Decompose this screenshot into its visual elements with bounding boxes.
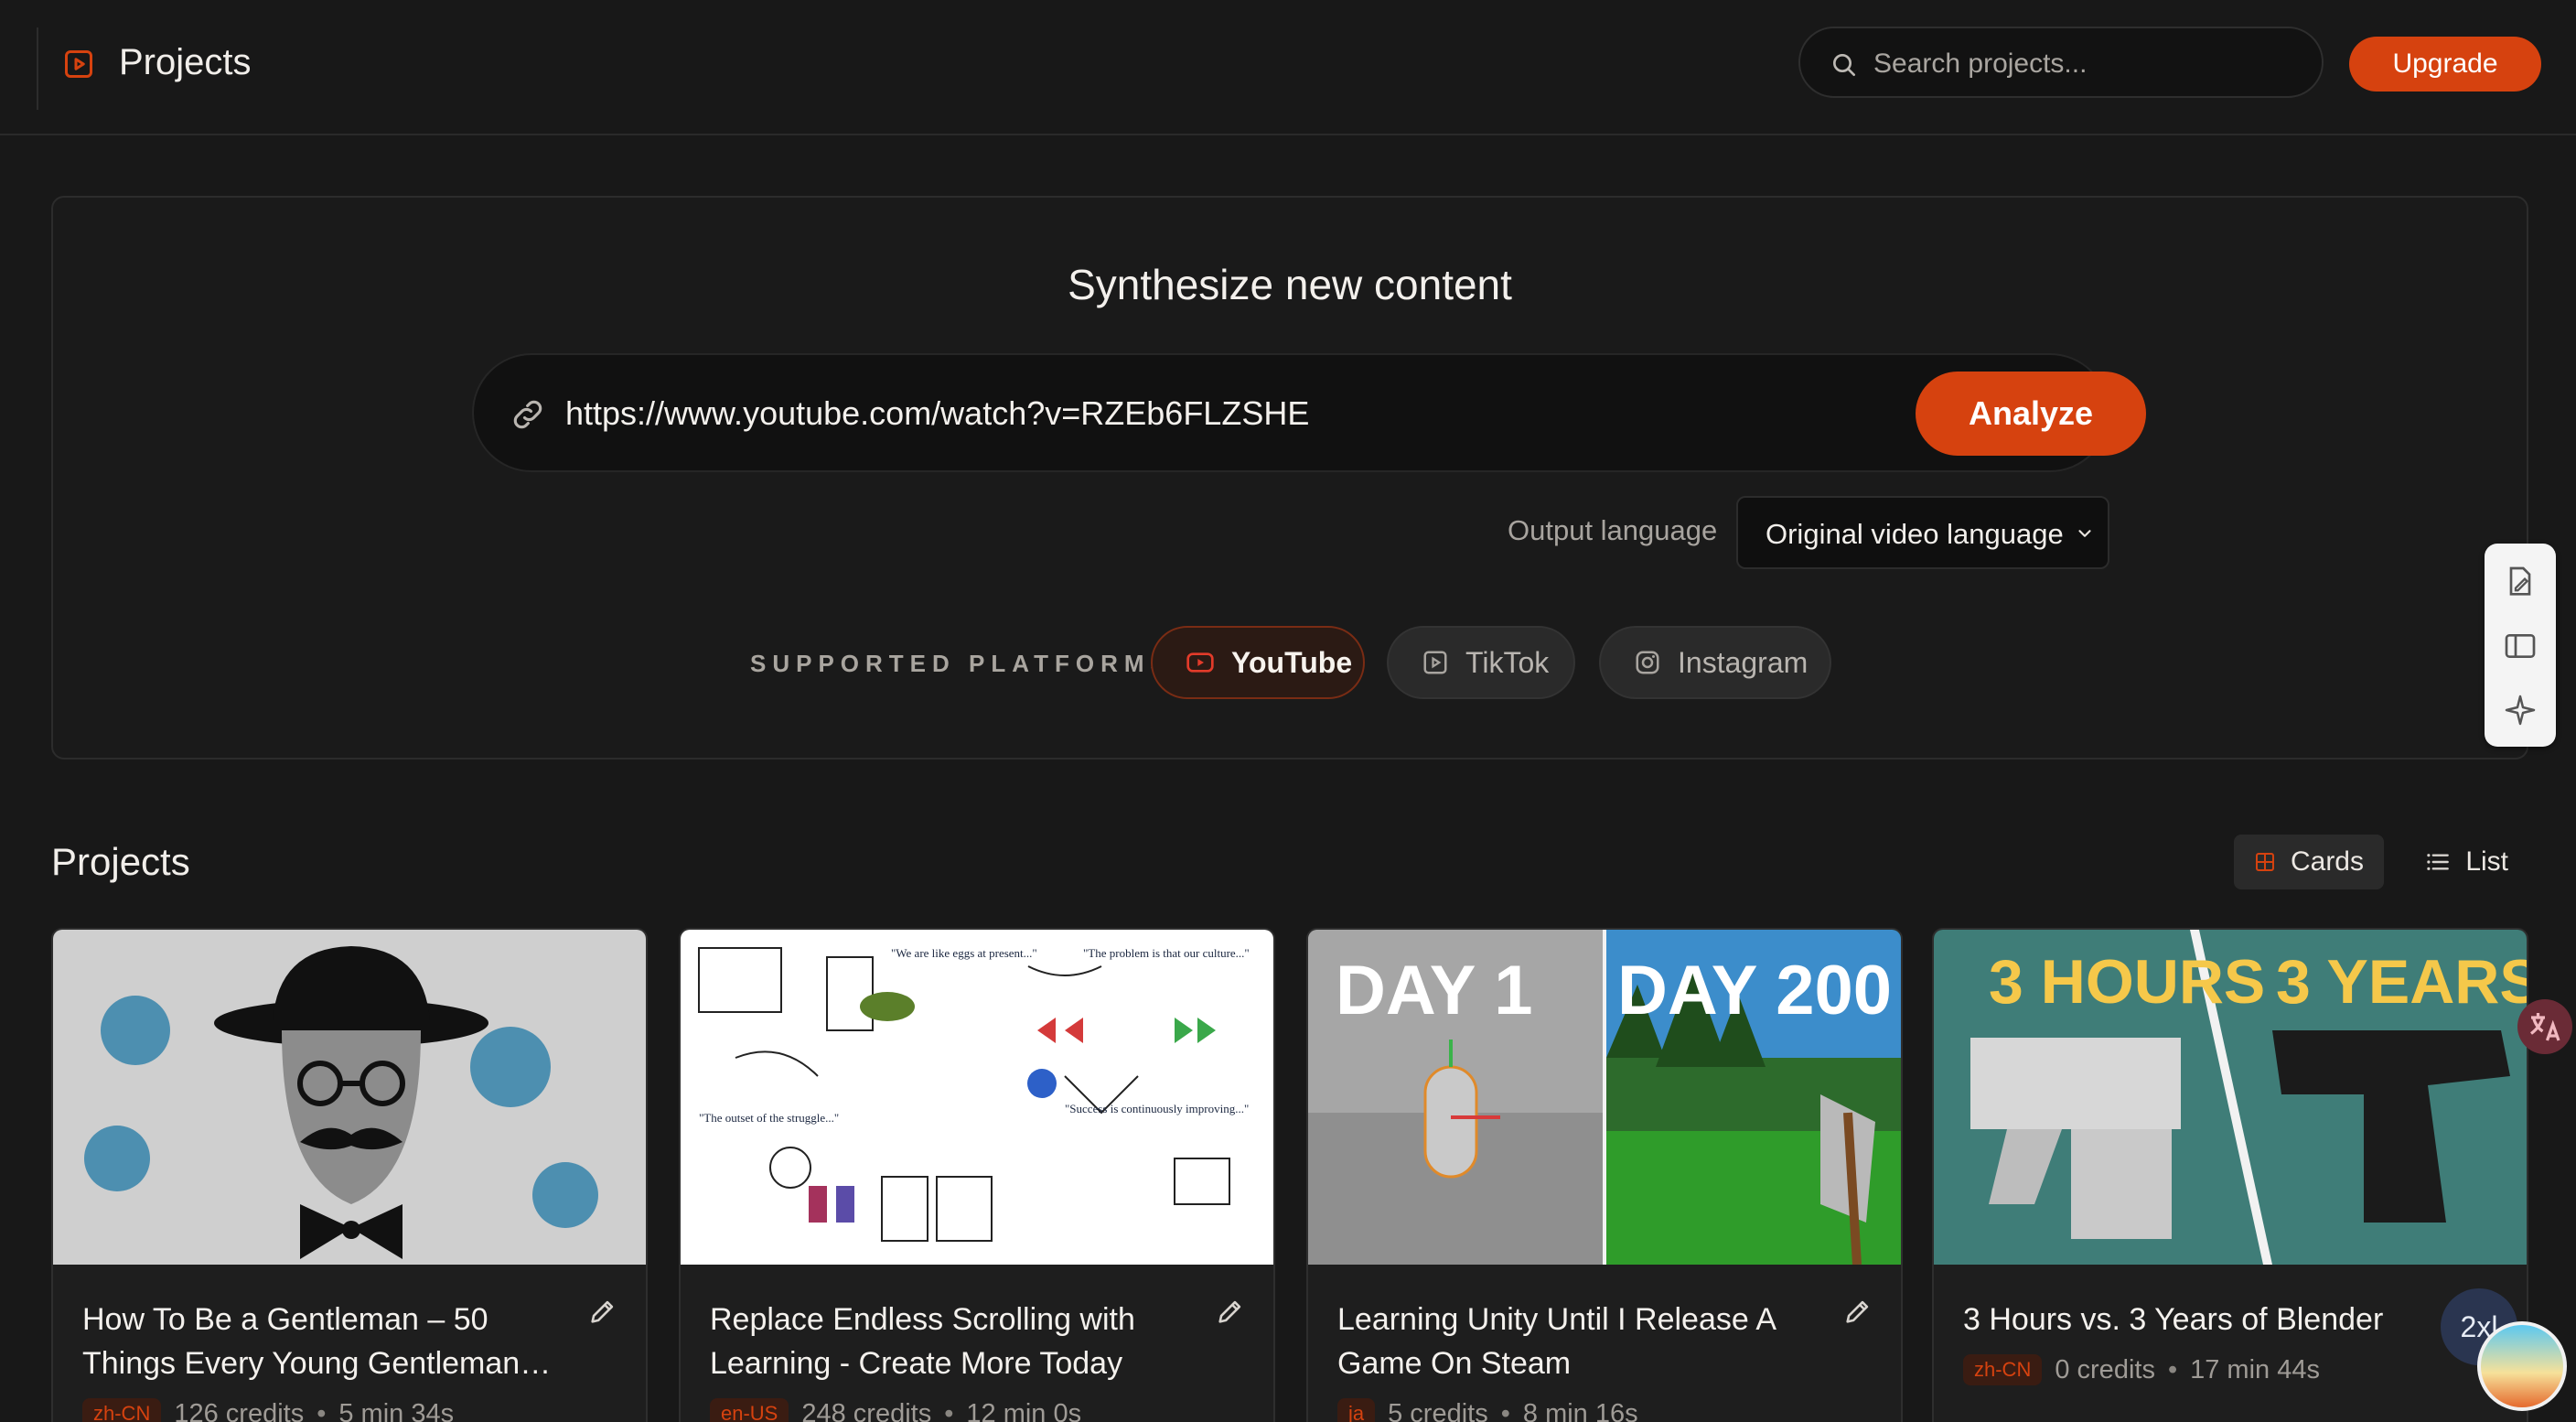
translate-button[interactable] xyxy=(2517,999,2572,1054)
project-title: How To Be a Gentleman – 50 Things Every … xyxy=(82,1302,521,1381)
project-card[interactable]: 3 HOURS 3 YEARS 3 Hours vs. 3 Years of B… xyxy=(1932,928,2528,1422)
assistant-avatar[interactable] xyxy=(2477,1321,2567,1411)
project-credits: 126 credits xyxy=(174,1398,305,1422)
project-duration: 8 min 16s xyxy=(1522,1398,1638,1422)
output-language-value: Original video language xyxy=(1766,518,2064,550)
chevron-down-icon xyxy=(2078,530,2091,537)
platform-label: TikTok xyxy=(1465,645,1550,679)
view-cards-button[interactable]: Cards xyxy=(2234,835,2384,889)
project-card[interactable]: How To Be a Gentleman – 50 Things Every … xyxy=(51,928,648,1422)
tiktok-icon xyxy=(1423,651,1447,674)
separator-dot: • xyxy=(944,1398,954,1422)
youtube-icon xyxy=(1186,652,1214,673)
project-duration: 5 min 34s xyxy=(338,1398,455,1422)
separator-dot: • xyxy=(317,1398,327,1422)
pencil-icon[interactable] xyxy=(1215,1296,1246,1327)
thumb-right-text: 3 YEARS xyxy=(2276,947,2527,1017)
project-thumbnail: 3 HOURS 3 YEARS xyxy=(1934,930,2527,1265)
platform-label: YouTube xyxy=(1231,645,1353,679)
translate-icon xyxy=(2530,1013,2560,1041)
output-language-select[interactable]: Original video language xyxy=(1736,496,2109,569)
panel-title: Synthesize new content xyxy=(1068,261,1512,308)
project-thumbnail xyxy=(53,930,646,1265)
svg-text:"Success is continuously impro: "Success is continuously improving..." xyxy=(1065,1102,1249,1115)
svg-text:"The outset of the struggle...: "The outset of the struggle..." xyxy=(699,1111,839,1125)
output-language-label: Output language xyxy=(1508,514,1718,546)
pencil-icon[interactable] xyxy=(1842,1296,1873,1327)
top-bar: Projects Upgrade xyxy=(0,0,2576,135)
thumb-left-text: 3 HOURS xyxy=(1989,947,2265,1017)
instagram-icon xyxy=(1636,651,1659,674)
search-input[interactable] xyxy=(1873,41,2303,87)
project-duration: 17 min 44s xyxy=(2190,1354,2320,1384)
sidebar-icon[interactable] xyxy=(2502,628,2538,664)
analyze-button[interactable]: Analyze xyxy=(1916,372,2146,456)
view-list-button[interactable]: List xyxy=(2404,835,2528,889)
platform-chip-tiktok[interactable]: TikTok xyxy=(1387,626,1575,699)
floating-toolbar xyxy=(2485,544,2556,747)
divider xyxy=(37,27,38,110)
language-badge: zh-CN xyxy=(82,1398,162,1422)
project-meta: ja 5 credits • 8 min 16s xyxy=(1337,1398,1638,1422)
projects-title: Projects xyxy=(51,840,190,883)
separator-dot: • xyxy=(2167,1354,2178,1384)
project-credits: 0 credits xyxy=(2055,1354,2155,1384)
project-thumbnail: "We are like eggs at present..." "The pr… xyxy=(681,930,1273,1265)
view-cards-label: Cards xyxy=(2290,846,2364,877)
project-title: Learning Unity Until I Release A Game On… xyxy=(1337,1302,1776,1381)
search-box[interactable] xyxy=(1798,27,2324,98)
document-edit-icon[interactable] xyxy=(2502,564,2538,600)
project-title: 3 Hours vs. 3 Years of Blender xyxy=(1963,1302,2384,1337)
platform-chip-instagram[interactable]: Instagram xyxy=(1599,626,1831,699)
project-meta: zh-CN 126 credits • 5 min 34s xyxy=(82,1398,454,1422)
grid-icon xyxy=(2255,853,2274,871)
svg-text:"We are like eggs at present..: "We are like eggs at present..." xyxy=(891,946,1037,960)
project-meta: en-US 248 credits • 12 min 0s xyxy=(710,1398,1081,1422)
svg-text:"The problem is that our cultu: "The problem is that our culture..." xyxy=(1083,946,1250,960)
language-badge: ja xyxy=(1337,1398,1376,1422)
thumb-left-text: DAY 1 xyxy=(1336,952,1533,1029)
project-thumbnail: DAY 1 DAY 200 xyxy=(1308,930,1901,1265)
platform-label: Instagram xyxy=(1678,645,1809,679)
list-icon xyxy=(2427,854,2449,870)
project-card[interactable]: "We are like eggs at present..." "The pr… xyxy=(679,928,1275,1422)
language-badge: zh-CN xyxy=(1963,1354,2043,1385)
project-card[interactable]: DAY 1 DAY 200 Learning Unity Until I Rel… xyxy=(1306,928,1903,1422)
view-list-label: List xyxy=(2465,846,2508,877)
supported-platforms-label: SUPPORTED PLATFORMS xyxy=(750,650,1173,677)
url-input[interactable] xyxy=(565,388,1663,439)
platform-chip-youtube[interactable]: YouTube xyxy=(1151,626,1365,699)
app-title: Projects xyxy=(119,42,252,82)
search-icon xyxy=(1833,54,1855,76)
link-icon xyxy=(513,400,542,429)
language-badge: en-US xyxy=(710,1398,789,1422)
separator-dot: • xyxy=(1500,1398,1510,1422)
play-square-icon xyxy=(65,50,92,78)
project-credits: 5 credits xyxy=(1388,1398,1488,1422)
pencil-icon[interactable] xyxy=(587,1296,618,1327)
project-credits: 248 credits xyxy=(801,1398,932,1422)
upgrade-button[interactable]: Upgrade xyxy=(2349,37,2541,92)
url-bar[interactable]: Analyze xyxy=(472,353,2146,472)
project-meta: zh-CN 0 credits • 17 min 44s xyxy=(1963,1354,2320,1385)
thumb-right-text: DAY 200 xyxy=(1617,952,1892,1029)
synthesize-panel: Synthesize new content Analyze Output la… xyxy=(51,196,2528,759)
project-duration: 12 min 0s xyxy=(966,1398,1082,1422)
project-title: Replace Endless Scrolling with Learning … xyxy=(710,1302,1135,1381)
sparkle-icon[interactable] xyxy=(2502,692,2538,728)
